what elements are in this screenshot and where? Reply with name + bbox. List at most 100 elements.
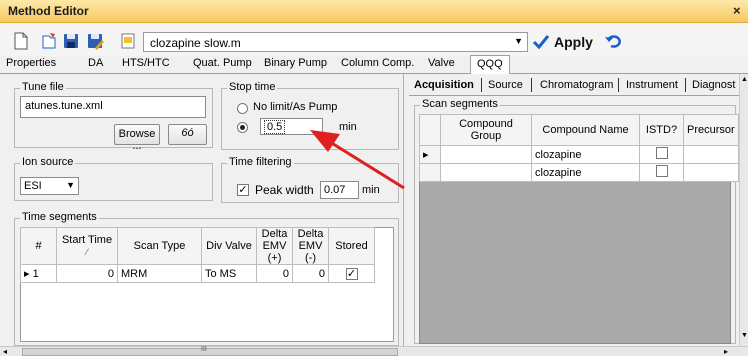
time-segments-table: # Start Time ⁄ Scan Type Div Valve Delta…: [20, 227, 375, 283]
ion-source-label: Ion source: [20, 156, 76, 168]
precursor-cell[interactable]: [683, 163, 739, 182]
time-filtering-label: Time filtering: [227, 156, 294, 168]
close-icon[interactable]: ×: [733, 3, 741, 18]
compound-name-cell[interactable]: clozapine: [531, 145, 640, 164]
stop-time-radio[interactable]: [237, 122, 248, 133]
tab-acquisition[interactable]: Acquisition: [414, 79, 474, 91]
tab-divider: [685, 78, 686, 92]
col-header-compound-group[interactable]: Compound Group: [440, 114, 532, 146]
tab-source[interactable]: Source: [488, 79, 523, 91]
tab-binary-pump[interactable]: Binary Pump: [264, 57, 327, 73]
tab-quat-pump[interactable]: Quat. Pump: [193, 57, 252, 73]
start-time-label: Start Time: [61, 234, 113, 246]
save-as-icon[interactable]: [86, 32, 104, 50]
new-icon[interactable]: [12, 32, 30, 50]
table-row[interactable]: clozapine: [419, 163, 739, 182]
istd-cell[interactable]: [639, 163, 684, 182]
tab-divider: [531, 78, 532, 92]
row-header-corner: [419, 114, 441, 146]
compound-group-cell[interactable]: [440, 163, 532, 182]
glasses-icon[interactable]: 6ó: [168, 124, 207, 145]
horizontal-scrollbar[interactable]: ◂ III ▸: [0, 346, 748, 356]
window-title: Method Editor: [8, 4, 89, 18]
row-pointer-icon: ▸: [24, 268, 30, 280]
tab-divider: [481, 78, 482, 92]
save-icon[interactable]: [62, 32, 80, 50]
precursor-cell[interactable]: [683, 145, 739, 164]
tune-file-value: atunes.tune.xml: [25, 100, 103, 112]
tune-file-label: Tune file: [20, 81, 66, 93]
compound-name-cell[interactable]: clozapine: [531, 163, 640, 182]
method-file-value: clozapine slow.m: [150, 36, 241, 50]
col-header-precursor[interactable]: Precursor: [683, 114, 739, 146]
col-header-istd[interactable]: ISTD?: [639, 114, 684, 146]
row-pointer-cell: ▸: [419, 145, 441, 164]
undo-icon[interactable]: [604, 32, 624, 53]
istd-checkbox[interactable]: [655, 147, 668, 159]
table-row[interactable]: ▸ 1 0 MRM To MS 0 0 ✓: [20, 264, 375, 283]
istd-cell[interactable]: [639, 145, 684, 164]
tab-divider: [618, 78, 619, 92]
compound-group-cell[interactable]: [440, 145, 532, 164]
col-header-emv-neg[interactable]: Delta EMV (-): [292, 227, 329, 265]
stop-time-value: 0.5: [264, 120, 286, 134]
title-bar: [0, 0, 748, 23]
method-file-combo[interactable]: clozapine slow.m ▼: [143, 32, 528, 52]
no-limit-label: No limit/As Pump: [253, 101, 338, 113]
emv-pos-cell[interactable]: 0: [256, 264, 293, 283]
row-pointer-icon: ▸: [423, 149, 429, 161]
vertical-scrollbar[interactable]: ▲ ▼: [739, 74, 748, 346]
scan-segments-label: Scan segments: [420, 98, 500, 110]
emv-neg-cell[interactable]: 0: [292, 264, 329, 283]
tab-diagnostics[interactable]: Diagnosti: [692, 79, 736, 91]
ion-source-value: ESI: [24, 180, 42, 192]
scroll-down-icon[interactable]: ▼: [741, 332, 748, 339]
stored-cell[interactable]: ✓: [328, 264, 375, 283]
col-header-num[interactable]: #: [20, 227, 57, 265]
sort-icon: ⁄: [86, 247, 88, 257]
scan-segments-table: Compound Group Compound Name ISTD? Precu…: [419, 114, 739, 182]
scroll-right-icon[interactable]: ▸: [724, 347, 728, 356]
col-header-div-valve[interactable]: Div Valve: [201, 227, 257, 265]
scrollbar-thumb[interactable]: III: [22, 346, 398, 356]
tab-chromatogram[interactable]: Chromatogram: [540, 79, 613, 91]
no-limit-radio[interactable]: [237, 103, 248, 114]
scroll-left-icon[interactable]: ◂: [3, 347, 7, 356]
open-icon[interactable]: [40, 32, 58, 50]
tab-qqq[interactable]: QQQ: [470, 55, 510, 74]
row-number: 1: [32, 268, 39, 280]
start-time-cell[interactable]: 0: [56, 264, 118, 283]
row-number-cell: ▸ 1: [20, 264, 57, 283]
tab-column-comp[interactable]: Column Comp.: [341, 57, 414, 73]
div-valve-cell[interactable]: To MS: [201, 264, 257, 283]
tab-properties[interactable]: Properties: [6, 57, 56, 73]
col-header-start-time[interactable]: Start Time ⁄: [56, 227, 118, 265]
scrollbar-grip: III: [201, 346, 207, 353]
tab-da[interactable]: DA: [88, 57, 103, 73]
print-preview-icon[interactable]: [119, 32, 137, 50]
col-header-emv-pos[interactable]: Delta EMV (+): [256, 227, 293, 265]
annotation-arrow: [310, 130, 405, 190]
tab-hts-htc[interactable]: HTS/HTC: [122, 57, 170, 73]
stop-time-label: Stop time: [227, 81, 278, 93]
istd-checkbox[interactable]: [655, 165, 668, 177]
apply-button[interactable]: Apply: [554, 34, 593, 54]
col-header-scan-type[interactable]: Scan Type: [117, 227, 202, 265]
apply-check-icon: [532, 34, 550, 53]
peak-width-checkbox[interactable]: ✓: [237, 184, 249, 196]
tab-valve[interactable]: Valve: [428, 57, 455, 73]
time-segments-label: Time segments: [20, 211, 99, 223]
browse-button[interactable]: Browse ...: [114, 124, 160, 152]
tune-file-field[interactable]: atunes.tune.xml: [20, 96, 206, 118]
col-header-compound-name[interactable]: Compound Name: [531, 114, 640, 146]
tab-instrument[interactable]: Instrument: [626, 79, 678, 91]
scroll-up-icon[interactable]: ▲: [741, 76, 748, 83]
chevron-down-icon[interactable]: ▼: [514, 36, 523, 46]
col-header-stored[interactable]: Stored: [328, 227, 375, 265]
table-row[interactable]: ▸ clozapine: [419, 145, 739, 164]
stored-checkbox[interactable]: ✓: [345, 267, 358, 280]
row-pointer-cell: [419, 163, 441, 182]
chevron-down-icon[interactable]: ▼: [66, 180, 75, 190]
ion-source-select[interactable]: ESI ▼: [20, 177, 79, 195]
scan-type-cell[interactable]: MRM: [117, 264, 202, 283]
